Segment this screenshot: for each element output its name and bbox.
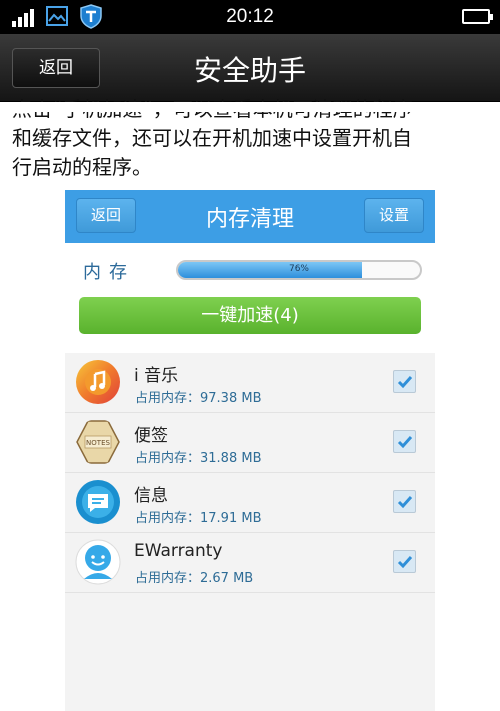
page-title: 安全助手 <box>193 54 306 87</box>
ewarranty-icon <box>75 539 121 585</box>
app-name: EWarranty <box>134 541 223 561</box>
checkmark-icon <box>397 436 413 449</box>
svg-text:NOTES: NOTES <box>86 439 110 447</box>
app-row-ewarranty[interactable]: EWarranty 占用内存：2.67 MB <box>65 533 435 593</box>
app-checkbox[interactable] <box>393 430 416 453</box>
notes-icon: NOTES <box>76 420 120 464</box>
message-icon <box>76 480 120 524</box>
phone-settings-button[interactable]: 设置 <box>364 198 424 233</box>
app-row-music[interactable]: i 音乐 占用内存：97.38 MB <box>65 353 435 413</box>
status-bar: 20:12 <box>0 0 500 34</box>
checkmark-icon <box>397 496 413 509</box>
header-shadow <box>0 102 500 112</box>
app-checkbox[interactable] <box>393 550 416 573</box>
app-memory: 占用内存：31.88 MB <box>135 451 262 466</box>
app-row-messages[interactable]: 信息 占用内存：17.91 MB <box>65 473 435 533</box>
phone-header: 返回 内存清理 设置 <box>65 190 435 243</box>
intro-line-3: 行启动的程序。 <box>12 155 152 179</box>
memory-cleanup-screenshot: 返回 内存清理 设置 内存 76% 一键加速(4) i 音乐 占用内存：97.3… <box>65 190 435 711</box>
music-icon <box>76 360 120 404</box>
one-key-boost-button[interactable]: 一键加速(4) <box>79 297 421 334</box>
app-memory: 占用内存：97.38 MB <box>135 391 262 406</box>
status-time: 20:12 <box>226 6 274 27</box>
battery-icon <box>462 9 493 24</box>
memory-progress-text: 76% <box>288 264 309 274</box>
app-row-notes[interactable]: NOTES 便签 占用内存：31.88 MB <box>65 413 435 473</box>
app-memory: 占用内存：2.67 MB <box>135 571 254 586</box>
app-checkbox[interactable] <box>393 370 416 393</box>
app-memory: 占用内存：17.91 MB <box>135 511 262 526</box>
app-checkbox[interactable] <box>393 490 416 513</box>
intro-line-2: 和缓存文件，还可以在开机加速中设置开机自 <box>12 126 412 150</box>
app-name: 便签 <box>134 426 168 446</box>
checkmark-icon <box>397 376 413 389</box>
app-name: 信息 <box>134 486 168 506</box>
app-name: i 音乐 <box>134 366 179 386</box>
memory-panel: 内存 76% 一键加速(4) <box>65 243 435 353</box>
checkmark-icon <box>397 556 413 569</box>
memory-progress-bar: 76% <box>176 260 422 280</box>
app-header: 返回 安全助手 <box>0 34 500 102</box>
memory-label: 内存 <box>83 262 135 283</box>
